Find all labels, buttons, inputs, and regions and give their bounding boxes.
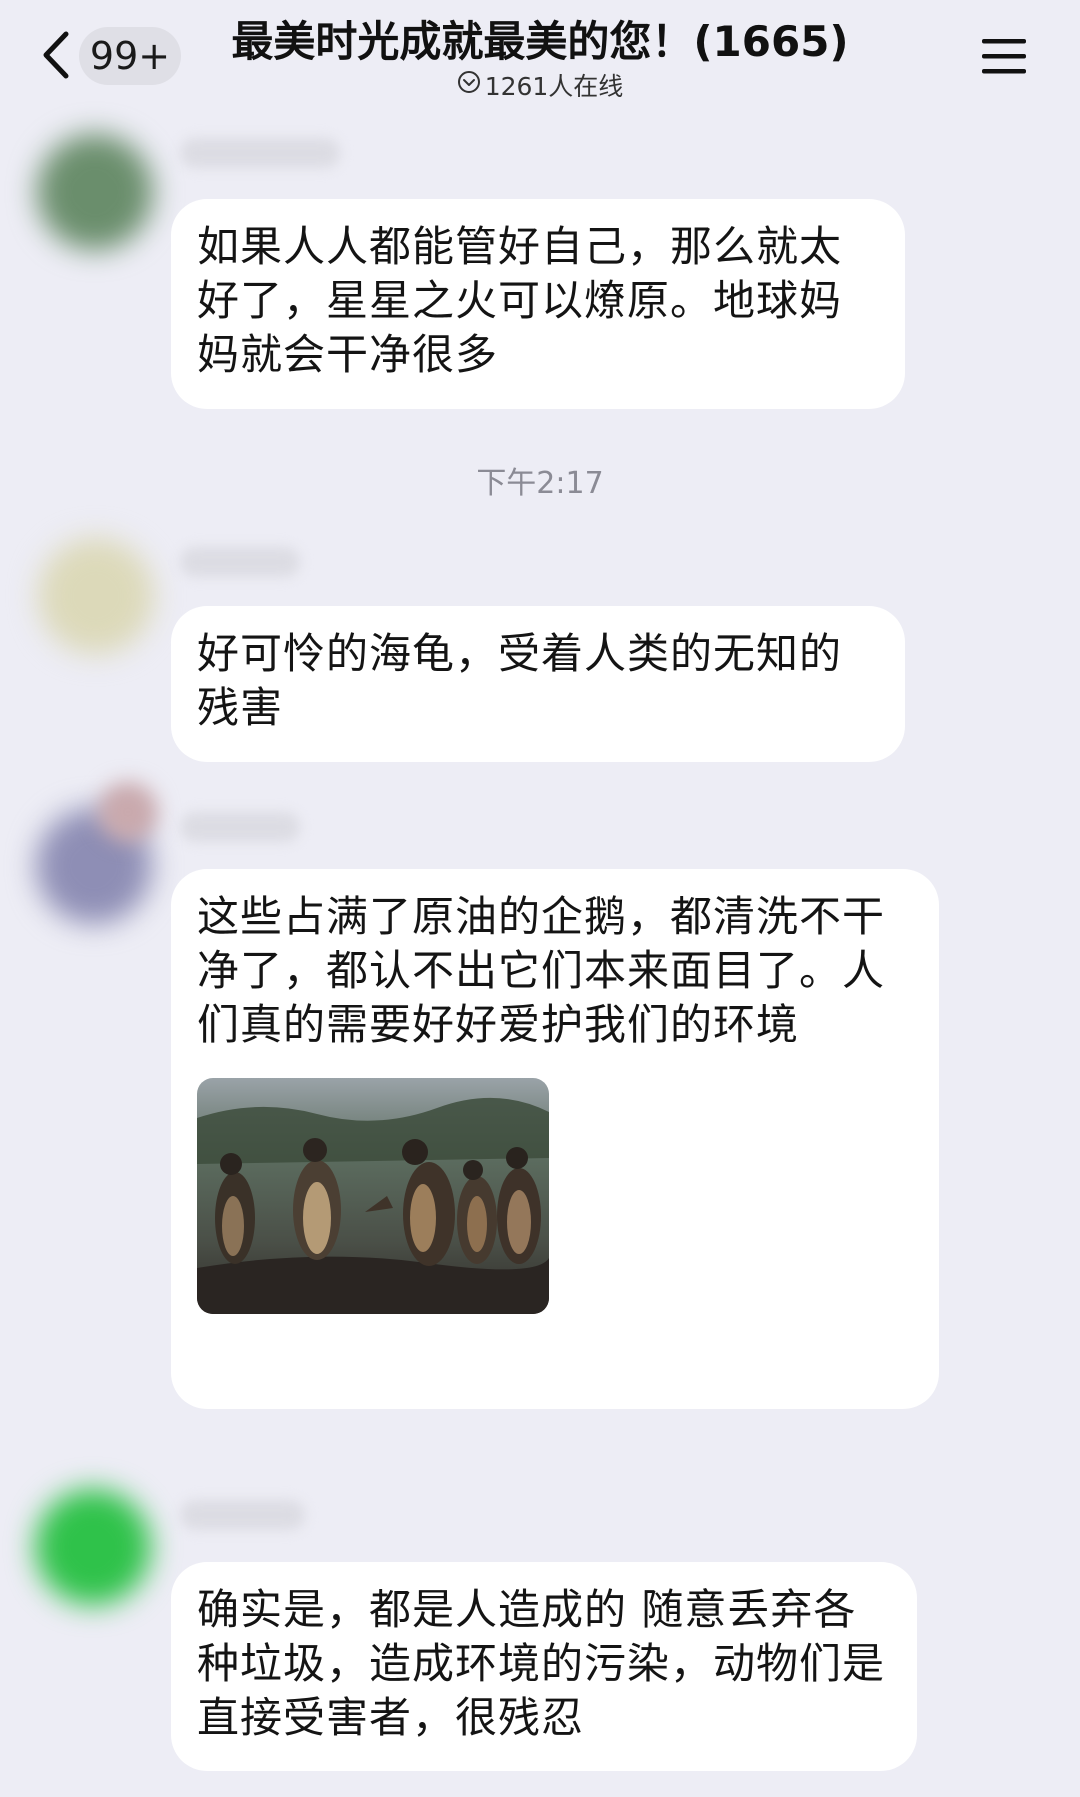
sender-name <box>180 812 300 842</box>
back-button[interactable] <box>40 30 74 80</box>
online-status[interactable]: 1261人在线 <box>380 70 700 104</box>
sender-name <box>180 138 340 168</box>
unread-count-badge[interactable]: 99+ <box>79 27 181 85</box>
avatar[interactable] <box>35 1489 151 1605</box>
message-bubble[interactable]: 这些占满了原油的企鹅，都清洗不干净了，都认不出它们本来面目了。人们真的需要好好爱… <box>171 869 939 1409</box>
message-text: 确实是，都是人造成的 随意丢弃各种垃圾，造成环境的污染，动物们是直接受害者，很残… <box>197 1585 886 1742</box>
avatar[interactable] <box>38 538 154 654</box>
penguins-photo[interactable] <box>197 1078 549 1314</box>
message-text: 好可怜的海龟，受着人类的无知的残害 <box>197 629 843 732</box>
message-bubble[interactable]: 确实是，都是人造成的 随意丢弃各种垃圾，造成环境的污染，动物们是直接受害者，很残… <box>171 1562 917 1771</box>
message-bubble[interactable]: 如果人人都能管好自己，那么就太好了，星星之火可以燎原。地球妈妈就会干净很多 <box>171 199 905 409</box>
message-text: 如果人人都能管好自己，那么就太好了，星星之火可以燎原。地球妈妈就会干净很多 <box>197 222 843 379</box>
message-bubble[interactable]: 好可怜的海龟，受着人类的无知的残害 <box>171 606 905 762</box>
avatar[interactable] <box>37 134 153 250</box>
avatar-badge <box>98 782 158 842</box>
hamburger-menu-icon <box>982 39 1026 74</box>
menu-button[interactable] <box>980 36 1028 76</box>
sender-name <box>180 547 300 577</box>
online-count-text: 1261人在线 <box>484 72 624 101</box>
group-title: 最美时光成就最美的您！(1665) <box>231 17 849 66</box>
chat-header: 99+ 最美时光成就最美的您！(1665) 1261人在线 <box>0 0 1080 108</box>
chevron-down-circle-icon <box>457 69 481 103</box>
message-text: 这些占满了原油的企鹅，都清洗不干净了，都认不出它们本来面目了。人们真的需要好好爱… <box>197 892 886 1049</box>
timestamp: 下午2:17 <box>476 466 604 501</box>
sender-name <box>180 1500 305 1530</box>
chevron-left-icon <box>43 31 69 79</box>
